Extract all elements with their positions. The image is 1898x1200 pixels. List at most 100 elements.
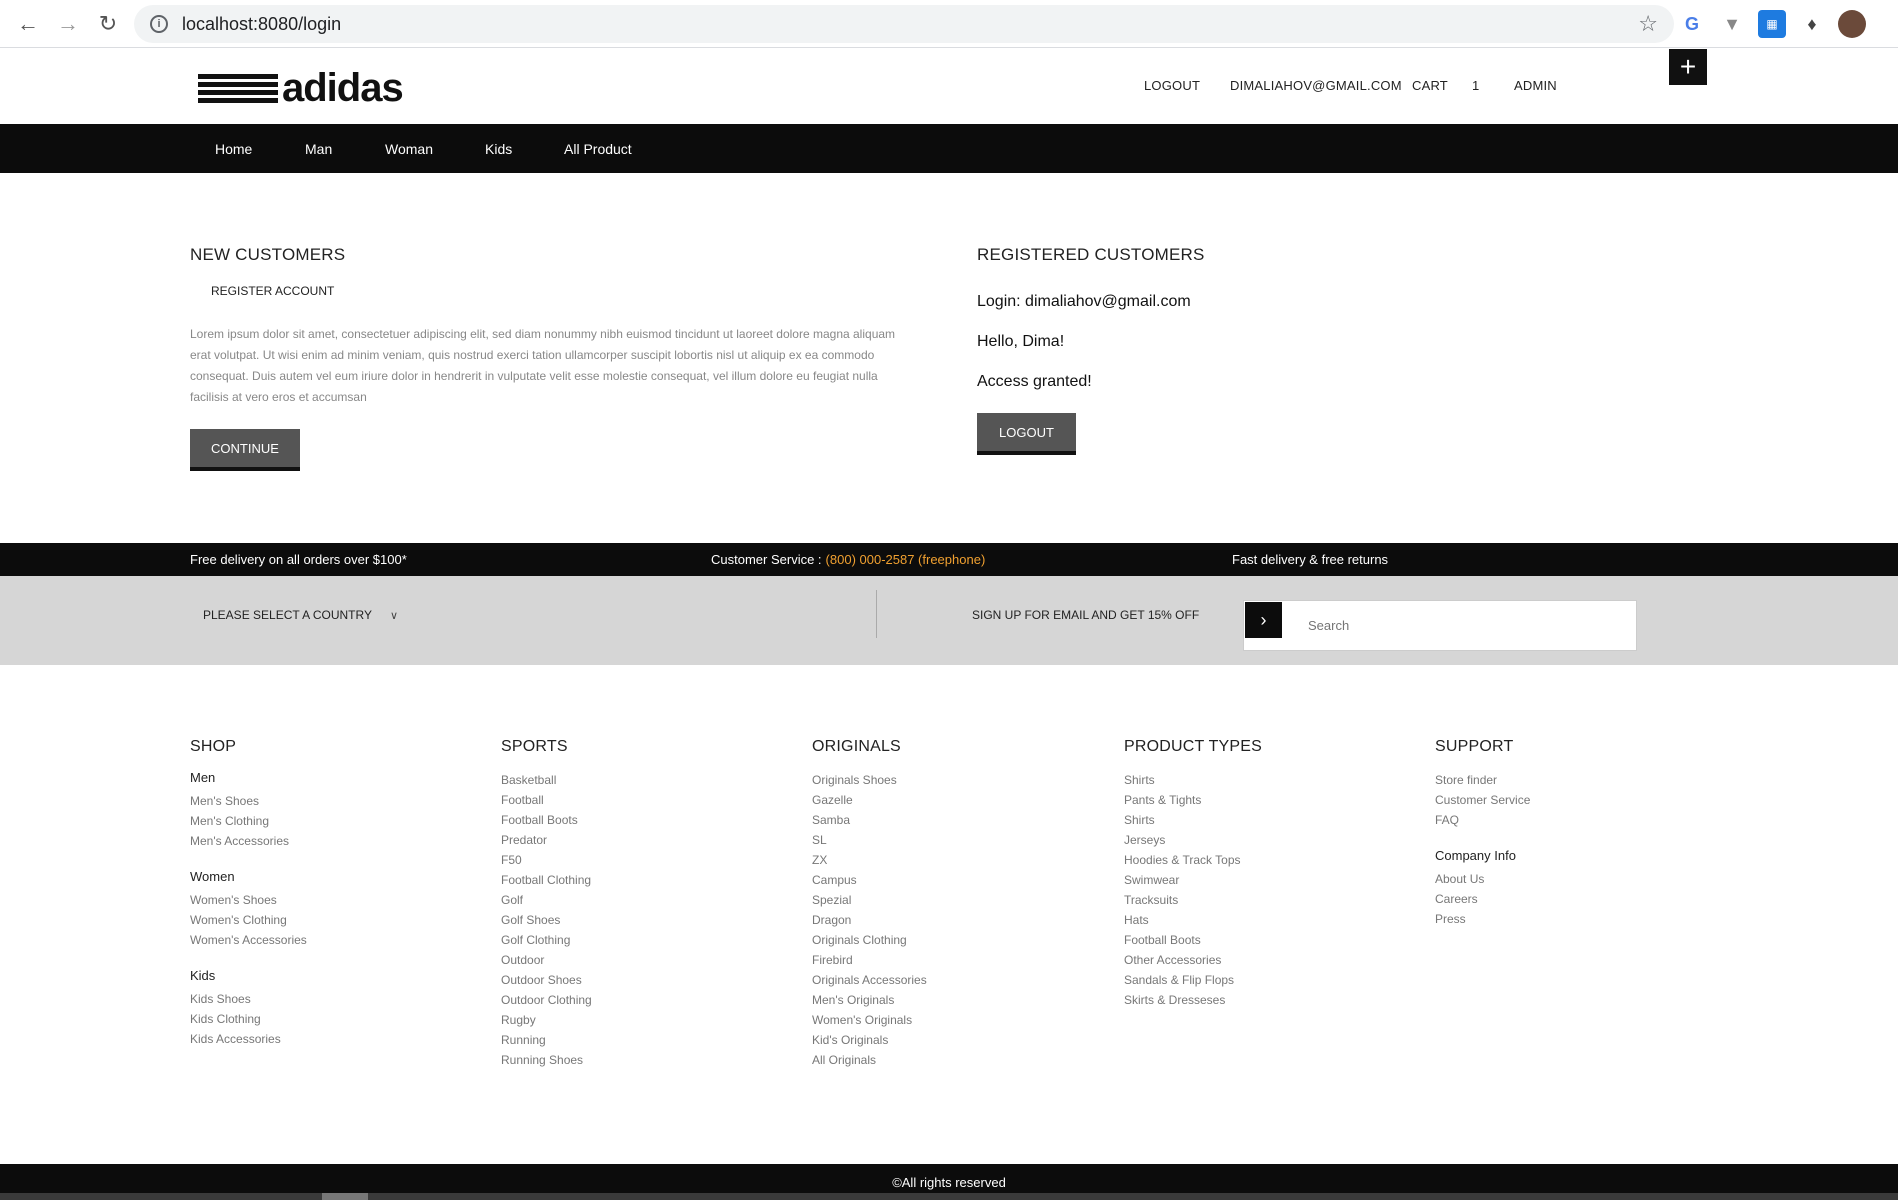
footer-group-kids[interactable]: Kids bbox=[190, 968, 307, 983]
footer-link[interactable]: Men's Originals bbox=[812, 990, 927, 1010]
footer-link[interactable]: F50 bbox=[501, 850, 592, 870]
footer-link[interactable]: Kids Accessories bbox=[190, 1029, 307, 1049]
footer-link[interactable]: Women's Originals bbox=[812, 1010, 927, 1030]
translate-extension-icon[interactable]: G bbox=[1678, 10, 1706, 38]
footer-product-types-column: PRODUCT TYPES Shirts Pants & Tights Shir… bbox=[1124, 738, 1262, 1010]
email-signup-input[interactable] bbox=[1308, 618, 1608, 633]
footer-link[interactable]: Hoodies & Track Tops bbox=[1124, 850, 1262, 870]
footer-link[interactable]: Football bbox=[501, 790, 592, 810]
footer-link[interactable]: Hats bbox=[1124, 910, 1262, 930]
submit-arrow-button[interactable]: › bbox=[1245, 602, 1282, 638]
puzzle-extensions-icon[interactable]: ♦ bbox=[1798, 10, 1826, 38]
footer-link[interactable]: Running Shoes bbox=[501, 1050, 592, 1070]
free-delivery-text: Free delivery on all orders over $100* bbox=[190, 552, 407, 567]
vuejs-extension-icon[interactable]: ▼ bbox=[1718, 10, 1746, 38]
footer-link[interactable]: Careers bbox=[1435, 889, 1530, 909]
footer-link[interactable]: Gazelle bbox=[812, 790, 927, 810]
footer-link[interactable]: Originals Accessories bbox=[812, 970, 927, 990]
footer-link[interactable]: Shirts bbox=[1124, 810, 1262, 830]
footer-link[interactable]: About Us bbox=[1435, 869, 1530, 889]
header-logout-link[interactable]: LOGOUT bbox=[1144, 78, 1200, 93]
footer-link[interactable]: Men's Shoes bbox=[190, 791, 307, 811]
footer-link[interactable]: Campus bbox=[812, 870, 927, 890]
footer-link[interactable]: Running bbox=[501, 1030, 592, 1050]
footer-link[interactable]: Women's Shoes bbox=[190, 890, 307, 910]
header-admin-link[interactable]: ADMIN bbox=[1514, 78, 1557, 93]
header-user-email[interactable]: DIMALIAHOV@GMAIL.COM bbox=[1230, 78, 1402, 93]
footer-link[interactable]: Kids Shoes bbox=[190, 989, 307, 1009]
continue-button[interactable]: CONTINUE bbox=[190, 429, 300, 471]
footer-group-women[interactable]: Women bbox=[190, 869, 307, 884]
footer-link[interactable]: Women's Accessories bbox=[190, 930, 307, 950]
footer-group-men[interactable]: Men bbox=[190, 770, 307, 785]
footer-link[interactable]: Football Boots bbox=[501, 810, 592, 830]
footer-link[interactable]: Outdoor Shoes bbox=[501, 970, 592, 990]
footer-link[interactable]: Samba bbox=[812, 810, 927, 830]
footer-link[interactable]: All Originals bbox=[812, 1050, 927, 1070]
back-icon[interactable]: ← bbox=[8, 0, 48, 48]
profile-avatar[interactable] bbox=[1838, 10, 1866, 38]
footer-link[interactable]: Shirts bbox=[1124, 770, 1262, 790]
footer-link[interactable]: Swimwear bbox=[1124, 870, 1262, 890]
footer-link[interactable]: Football Clothing bbox=[501, 870, 592, 890]
menu-item-man[interactable]: Man bbox=[305, 124, 332, 173]
footer-link[interactable]: SL bbox=[812, 830, 927, 850]
footer-link[interactable]: Customer Service bbox=[1435, 790, 1530, 810]
extension-icon[interactable]: ▦ bbox=[1758, 10, 1786, 38]
logout-button[interactable]: LOGOUT bbox=[977, 413, 1076, 455]
footer-link[interactable]: Golf bbox=[501, 890, 592, 910]
footer-link[interactable]: Men's Clothing bbox=[190, 811, 307, 831]
footer-link[interactable]: Predator bbox=[501, 830, 592, 850]
footer-link[interactable]: Press bbox=[1435, 909, 1530, 929]
footer-link[interactable]: Sandals & Flip Flops bbox=[1124, 970, 1262, 990]
footer-link[interactable]: Golf Shoes bbox=[501, 910, 592, 930]
footer-link[interactable]: Women's Clothing bbox=[190, 910, 307, 930]
footer-link[interactable]: Kids Clothing bbox=[190, 1009, 307, 1029]
menu-item-kids[interactable]: Kids bbox=[485, 124, 512, 173]
country-select[interactable]: PLEASE SELECT A COUNTRY ∨ bbox=[203, 608, 398, 622]
site-header: adidas LOGOUT DIMALIAHOV@GMAIL.COM CART … bbox=[0, 48, 1898, 124]
email-signup-text: SIGN UP FOR EMAIL AND GET 15% OFF bbox=[972, 608, 1200, 622]
footer-link[interactable]: Store finder bbox=[1435, 770, 1530, 790]
footer-link[interactable]: Pants & Tights bbox=[1124, 790, 1262, 810]
footer-link[interactable]: Outdoor bbox=[501, 950, 592, 970]
footer-link[interactable]: Spezial bbox=[812, 890, 927, 910]
horizontal-scrollbar[interactable] bbox=[0, 1193, 1898, 1200]
footer-link[interactable]: Golf Clothing bbox=[501, 930, 592, 950]
footer-link[interactable]: Jerseys bbox=[1124, 830, 1262, 850]
menu-item-all-product[interactable]: All Product bbox=[564, 124, 632, 173]
customer-service-phone[interactable]: (800) 000-2587 (freephone) bbox=[826, 543, 986, 576]
menu-item-woman[interactable]: Woman bbox=[385, 124, 433, 173]
footer-link[interactable]: FAQ bbox=[1435, 810, 1530, 830]
menu-item-home[interactable]: Home bbox=[215, 124, 252, 173]
forward-icon[interactable]: → bbox=[48, 0, 88, 48]
footer-link[interactable]: Skirts & Dresseses bbox=[1124, 990, 1262, 1010]
footer-link[interactable]: Other Accessories bbox=[1124, 950, 1262, 970]
url-text[interactable]: localhost:8080/login bbox=[182, 14, 341, 35]
footer-link[interactable]: Outdoor Clothing bbox=[501, 990, 592, 1010]
footer-link[interactable]: ZX bbox=[812, 850, 927, 870]
fast-delivery-text: Fast delivery & free returns bbox=[1232, 552, 1389, 567]
footer-link[interactable]: Firebird bbox=[812, 950, 927, 970]
footer-link[interactable]: Tracksuits bbox=[1124, 890, 1262, 910]
site-info-icon[interactable]: i bbox=[150, 15, 168, 33]
footer-link[interactable]: Basketball bbox=[501, 770, 592, 790]
adidas-logo[interactable]: adidas bbox=[198, 68, 404, 108]
footer-support-column: SUPPORT Store finder Customer Service FA… bbox=[1435, 738, 1530, 929]
greeting-text: Hello, Dima! bbox=[977, 333, 1065, 350]
cart-count[interactable]: 1 bbox=[1472, 78, 1479, 93]
footer-link[interactable]: Kid's Originals bbox=[812, 1030, 927, 1050]
footer-link[interactable]: Men's Accessories bbox=[190, 831, 307, 851]
header-cart-link[interactable]: CART bbox=[1412, 78, 1448, 93]
reload-icon[interactable]: ↻ bbox=[88, 0, 128, 48]
register-account-link[interactable]: REGISTER ACCOUNT bbox=[211, 284, 334, 298]
bookmark-star-icon[interactable]: ☆ bbox=[1638, 11, 1658, 37]
footer-link[interactable]: Rugby bbox=[501, 1010, 592, 1030]
footer-link[interactable]: Originals Shoes bbox=[812, 770, 927, 790]
address-bar[interactable]: i localhost:8080/login ☆ bbox=[134, 5, 1674, 43]
footer-link[interactable]: Originals Clothing bbox=[812, 930, 927, 950]
footer-link[interactable]: Football Boots bbox=[1124, 930, 1262, 950]
scrollbar-thumb[interactable] bbox=[322, 1193, 368, 1200]
footer-link[interactable]: Dragon bbox=[812, 910, 927, 930]
add-button[interactable]: + bbox=[1669, 49, 1707, 85]
